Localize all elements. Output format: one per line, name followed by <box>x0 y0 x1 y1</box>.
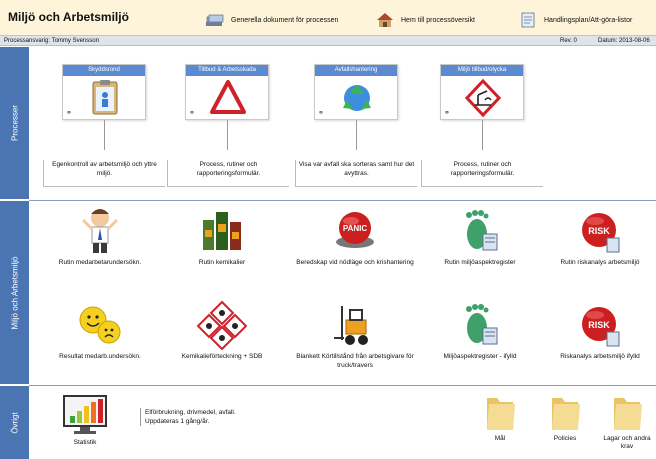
folder-icon <box>614 398 642 430</box>
connector-line <box>482 120 483 150</box>
tile-blankett-kortillstand[interactable]: Blankett Körtillstånd från arbetsgivare … <box>295 300 415 370</box>
folder-label: Mål <box>494 435 506 442</box>
process-card-miljotillbud[interactable]: Miljö tillbud/olycka ⚭ <box>440 64 524 120</box>
process-owner: Processansvarig: Tommy Svensson <box>4 37 99 44</box>
tile-label: Beredskap vid nödläge och krishantering <box>296 259 414 266</box>
folder-icon <box>552 398 580 430</box>
link-icon: ⚭ <box>444 110 450 117</box>
process-card-avfall[interactable]: Avfallshantering ⚭ <box>314 64 398 120</box>
general-documents-link[interactable]: Generella dokument för processen <box>205 12 338 28</box>
person-icon <box>81 209 119 253</box>
footprint-icon <box>466 210 498 251</box>
tile-rutin-medarbetarundersokn[interactable]: Rutin medarbetarundersökn. <box>40 206 160 268</box>
link-icon: ⚭ <box>66 110 72 117</box>
tile-label: Rutin miljöaspektregister <box>444 259 516 266</box>
panic-badge-text: PANIC <box>343 224 368 233</box>
connector-line <box>227 120 228 150</box>
risk-badge-text: RISK <box>588 226 610 236</box>
tile-rutin-riskanalys[interactable]: RISK Rutin riskanalys arbetsmiljö <box>540 206 656 268</box>
process-description: Process, rutiner och rapporteringsformul… <box>421 160 543 187</box>
folder-label: Policies <box>553 435 577 442</box>
statistics-monitor-icon <box>63 395 107 434</box>
band-miljo-label: Miljö och Arbetsmiljö <box>10 256 19 329</box>
documents-icon <box>206 14 224 26</box>
tile-statistik[interactable]: Statistik <box>40 394 130 448</box>
folder-mal[interactable]: Mål <box>470 392 530 443</box>
band-ovrigt-label: Övrigt <box>10 411 19 434</box>
tile-label: Resultat medarb.undersökn. <box>59 353 141 360</box>
panic-button-icon: PANIC <box>336 212 374 248</box>
statistics-text-line: Elförbrukning, drivmedel, avfall. <box>145 409 236 416</box>
section-divider <box>29 200 656 201</box>
footprint-icon <box>466 304 498 345</box>
tile-label: Rutin riskanalys arbetsmiljö <box>560 259 640 266</box>
home-label: Hem till processöversikt <box>401 16 475 24</box>
clipboard-icon <box>92 80 118 115</box>
process-description: Visa var avfall ska sorteras samt hur de… <box>295 160 417 187</box>
forklift-icon <box>334 306 368 345</box>
risk-badge-text: RISK <box>588 320 610 330</box>
risk-button-icon: RISK <box>582 213 620 253</box>
tile-label: Blankett Körtillstånd från arbetsgivare … <box>296 353 414 369</box>
smileys-icon <box>79 306 121 344</box>
band-processer: Processer <box>0 47 29 199</box>
tile-miljoaspektregister-ifylld[interactable]: Miljöaspektregister - ifylld <box>420 300 540 362</box>
band-ovrigt: Övrigt <box>0 386 29 459</box>
statistics-description: Elförbrukning, drivmedel, avfall. Uppdat… <box>140 408 236 426</box>
meta-bar: Processansvarig: Tommy Svensson Rev. 0 D… <box>0 36 656 46</box>
action-plan-link[interactable]: Handlingsplan/Att-göra-listor <box>518 12 632 28</box>
tile-label: Riskanalys arbetsmiljö ifylld <box>560 353 640 360</box>
checklist-icon <box>521 12 535 28</box>
process-title: Tillbud & Arbetsskada <box>186 65 268 76</box>
tile-label: Statistik <box>73 439 97 446</box>
tile-label: Rutin kemikalier <box>198 259 246 266</box>
tile-riskanalys-ifylld[interactable]: RISK Riskanalys arbetsmiljö ifylld <box>540 300 656 362</box>
band-processer-label: Processer <box>10 104 19 142</box>
hazard-symbols-icon <box>197 300 247 350</box>
tile-label: Miljöaspektregister - ifylld <box>443 353 517 360</box>
process-title: Skyddsrond <box>63 65 145 76</box>
warning-triangle-icon <box>210 80 246 114</box>
link-icon: ⚭ <box>318 110 324 117</box>
chemical-bottles-icon <box>203 212 241 250</box>
header-bar: Miljö och Arbetsmiljö Generella dokument… <box>0 0 656 36</box>
folder-icon <box>487 398 515 430</box>
home-link[interactable]: Hem till processöversikt <box>375 12 475 28</box>
tile-label: Kemikalieförteckning + SDB <box>181 353 263 360</box>
link-icon: ⚭ <box>189 110 195 117</box>
process-card-tillbud[interactable]: Tillbud & Arbetsskada ⚭ <box>185 64 269 120</box>
page-title: Miljö och Arbetsmiljö <box>8 10 129 24</box>
tile-label: Rutin medarbetarundersökn. <box>58 259 142 266</box>
connector-line <box>104 120 105 150</box>
date: Datum: 2013-08-06 <box>598 37 650 44</box>
folder-lagar[interactable]: Lagar och andra krav <box>597 392 656 451</box>
home-icon <box>377 13 393 27</box>
process-title: Avfallshantering <box>315 65 397 76</box>
folder-label: Lagar och andra krav <box>603 435 651 450</box>
process-title: Miljö tillbud/olycka <box>441 65 523 76</box>
tile-beredskap[interactable]: PANIC Beredskap vid nödläge och krishant… <box>295 206 415 268</box>
connector-line <box>356 120 357 150</box>
process-description: Process, rutiner och rapporteringsformul… <box>167 160 289 187</box>
action-plan-label: Handlingsplan/Att-göra-listor <box>544 16 633 24</box>
tile-kemikalieforteckning[interactable]: Kemikalieförteckning + SDB <box>162 300 282 362</box>
process-description: Egenkontroll av arbetsmiljö och yttre mi… <box>43 160 165 187</box>
statistics-text-line: Uppdateras 1 gång/år. <box>145 418 210 425</box>
tile-rutin-miljoaspektregister[interactable]: Rutin miljöaspektregister <box>420 206 540 268</box>
revision: Rev. 0 <box>560 37 577 44</box>
band-miljo: Miljö och Arbetsmiljö <box>0 201 29 384</box>
recycle-icon <box>343 85 371 111</box>
process-card-skyddsrond[interactable]: Skyddsrond ⚭ <box>62 64 146 120</box>
risk-button-icon: RISK <box>582 307 620 347</box>
general-documents-label: Generella dokument för processen <box>231 16 339 24</box>
section-divider <box>29 385 656 386</box>
folder-policies[interactable]: Policies <box>535 392 595 443</box>
hazard-environment-icon <box>465 78 501 118</box>
tile-rutin-kemikalier[interactable]: Rutin kemikalier <box>162 206 282 268</box>
tile-resultat-medarb[interactable]: Resultat medarb.undersökn. <box>40 300 160 362</box>
